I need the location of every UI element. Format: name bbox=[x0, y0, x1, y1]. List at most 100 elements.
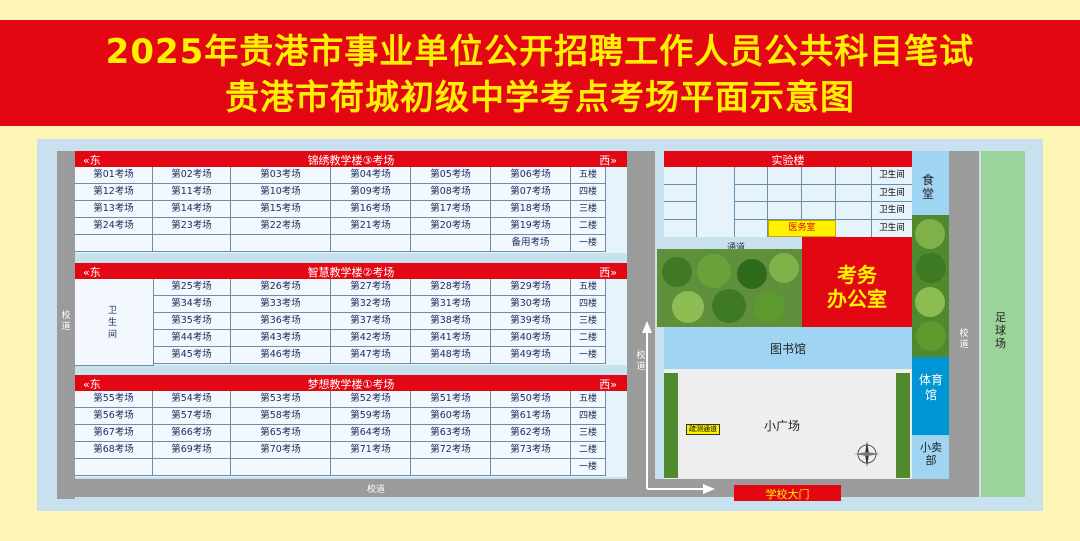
room-cell: 第24考场 bbox=[75, 218, 153, 235]
plaza-label: 小广场 bbox=[764, 419, 801, 433]
floor-label: 四楼 bbox=[571, 184, 606, 201]
room-cell: 第04考场 bbox=[331, 167, 411, 184]
lab-toilet: 卫生间 bbox=[872, 167, 912, 185]
building-jinxiu: «东 锦绣教学楼③考场 西» 第01考场 第02考场 第03考场 第04考场 第05考场… bbox=[75, 151, 627, 253]
room-cell: 第69考场 bbox=[153, 442, 231, 459]
room-cell: 第13考场 bbox=[75, 201, 153, 218]
office-label-line2: 办公室 bbox=[827, 287, 887, 311]
lab-toilet: 卫生间 bbox=[872, 202, 912, 220]
tree-icon bbox=[915, 219, 945, 249]
room-cell: 第20考场 bbox=[411, 218, 491, 235]
lab-room bbox=[768, 167, 802, 185]
title-line1: 2025年贵港市事业单位公开招聘工作人员公共科目笔试 bbox=[105, 32, 975, 72]
building-name: 锦绣教学楼③考场 bbox=[307, 154, 395, 167]
building-zhihui: «东 智慧教学楼②考场 西» 第25考场 第26考场 第27考场 第28考场 第29考场… bbox=[75, 263, 627, 366]
lab-room bbox=[768, 202, 802, 220]
floor-label: 四楼 bbox=[571, 296, 606, 313]
east-road-label: 校道 bbox=[959, 329, 969, 350]
football-label: 足球场 bbox=[995, 311, 1006, 350]
west-label: 西» bbox=[599, 266, 617, 279]
room-cell: 第34考场 bbox=[153, 296, 231, 313]
lab-room bbox=[836, 184, 872, 202]
room-cell: 第02考场 bbox=[153, 167, 231, 184]
gym-label: 体育馆 bbox=[918, 373, 943, 402]
toilet-area: 卫生间 bbox=[75, 279, 154, 366]
floor-label: 四楼 bbox=[571, 408, 606, 425]
room-cell: 第36考场 bbox=[231, 313, 331, 330]
floor-label: 一楼 bbox=[571, 235, 606, 252]
room-cell: 第10考场 bbox=[231, 184, 331, 201]
title-banner: 2025年贵港市事业单位公开招聘工作人员公共科目笔试 贵港市荷城初级中学考点考场… bbox=[0, 20, 1080, 126]
room-cell bbox=[75, 235, 153, 252]
room-cell: 第46考场 bbox=[231, 347, 331, 364]
west-label: 西» bbox=[599, 378, 617, 391]
room-cell: 第18考场 bbox=[491, 201, 571, 218]
room-cell bbox=[75, 459, 153, 476]
room-cell bbox=[411, 235, 491, 252]
room-cell: 第26考场 bbox=[231, 279, 331, 296]
tree-icon bbox=[916, 253, 946, 283]
building-mengxiang-rooms: 第55考场 第54考场 第53考场 第52考场 第51考场 第50考场 五楼 第56考场 第5… bbox=[75, 391, 627, 477]
room-cell: 第14考场 bbox=[153, 201, 231, 218]
lab-room bbox=[735, 219, 768, 237]
exam-office: 考务 办公室 bbox=[802, 237, 912, 327]
room-cell: 第28考场 bbox=[411, 279, 491, 296]
room-cell: 第25考场 bbox=[153, 279, 231, 296]
building-mengxiang: «东 梦想教学楼①考场 西» 第55考场 第54考场 第53考场 第52考场 第51考场… bbox=[75, 375, 627, 477]
lab-rooms: 卫生间 卫生间 卫生间 医务室 卫生间 bbox=[664, 167, 912, 237]
room-cell: 第45考场 bbox=[153, 347, 231, 364]
room-cell: 第32考场 bbox=[331, 296, 411, 313]
lab-building: 实验楼 卫生间 卫生间 卫生间 医务室 卫生间 bbox=[664, 151, 912, 237]
room-cell bbox=[231, 235, 331, 252]
campus-map: 校道 校道 校道 校道 «东 锦绣教学楼③考场 西» 第01考场 第02考场 第03… bbox=[37, 139, 1043, 511]
room-cell: 第71考场 bbox=[331, 442, 411, 459]
room-cell: 备用考场 bbox=[491, 235, 571, 252]
bottom-campus-road: 校道 bbox=[57, 479, 627, 497]
lab-room bbox=[664, 202, 697, 220]
room-cell bbox=[153, 459, 231, 476]
left-road-label: 校道 bbox=[61, 311, 71, 332]
room-cell: 第55考场 bbox=[75, 391, 153, 408]
lab-room bbox=[735, 184, 768, 202]
room-cell: 第59考场 bbox=[331, 408, 411, 425]
floor-label: 三楼 bbox=[571, 313, 606, 330]
room-cell: 第42考场 bbox=[331, 330, 411, 347]
floor-label: 五楼 bbox=[571, 279, 606, 296]
lab-toilet: 卫生间 bbox=[879, 222, 905, 233]
room-cell: 第61考场 bbox=[491, 408, 571, 425]
gym: 体育馆 bbox=[912, 357, 949, 435]
room-cell: 第70考场 bbox=[231, 442, 331, 459]
tree-icon bbox=[769, 253, 799, 283]
room-cell: 第17考场 bbox=[411, 201, 491, 218]
room-cell: 第49考场 bbox=[491, 347, 571, 364]
floor-label: 五楼 bbox=[571, 391, 606, 408]
room-cell: 第37考场 bbox=[331, 313, 411, 330]
building-name: 梦想教学楼①考场 bbox=[307, 378, 395, 391]
tree-strip bbox=[912, 215, 949, 357]
room-cell: 第38考场 bbox=[411, 313, 491, 330]
room-cell: 第29考场 bbox=[491, 279, 571, 296]
lab-room bbox=[697, 167, 735, 185]
building-jinxiu-rooms: 第01考场 第02考场 第03考场 第04考场 第05考场 第06考场 五楼 第12考场 第1… bbox=[75, 167, 627, 253]
room-cell: 第27考场 bbox=[331, 279, 411, 296]
tree-icon bbox=[915, 287, 945, 317]
toilet-label: 卫生间 bbox=[108, 306, 118, 340]
lab-room bbox=[697, 184, 735, 202]
shop-label: 小卖部 bbox=[920, 441, 942, 467]
football-field: 足球场 bbox=[981, 151, 1025, 497]
room-cell: 第72考场 bbox=[411, 442, 491, 459]
room-cell: 第21考场 bbox=[331, 218, 411, 235]
room-cell bbox=[491, 459, 571, 476]
shop: 小卖部 bbox=[912, 435, 949, 479]
floor-label: 二楼 bbox=[571, 218, 606, 235]
bottom-road-label: 校道 bbox=[367, 485, 386, 495]
building-mengxiang-header: «东 梦想教学楼①考场 西» bbox=[75, 375, 627, 391]
room-cell: 第43考场 bbox=[231, 330, 331, 347]
room-cell: 第66考场 bbox=[153, 425, 231, 442]
room-cell: 第67考场 bbox=[75, 425, 153, 442]
building-name: 智慧教学楼②考场 bbox=[307, 266, 395, 279]
floor-label: 二楼 bbox=[571, 330, 606, 347]
lab-room bbox=[697, 219, 735, 237]
lab-room bbox=[664, 184, 697, 202]
room-cell: 第44考场 bbox=[153, 330, 231, 347]
